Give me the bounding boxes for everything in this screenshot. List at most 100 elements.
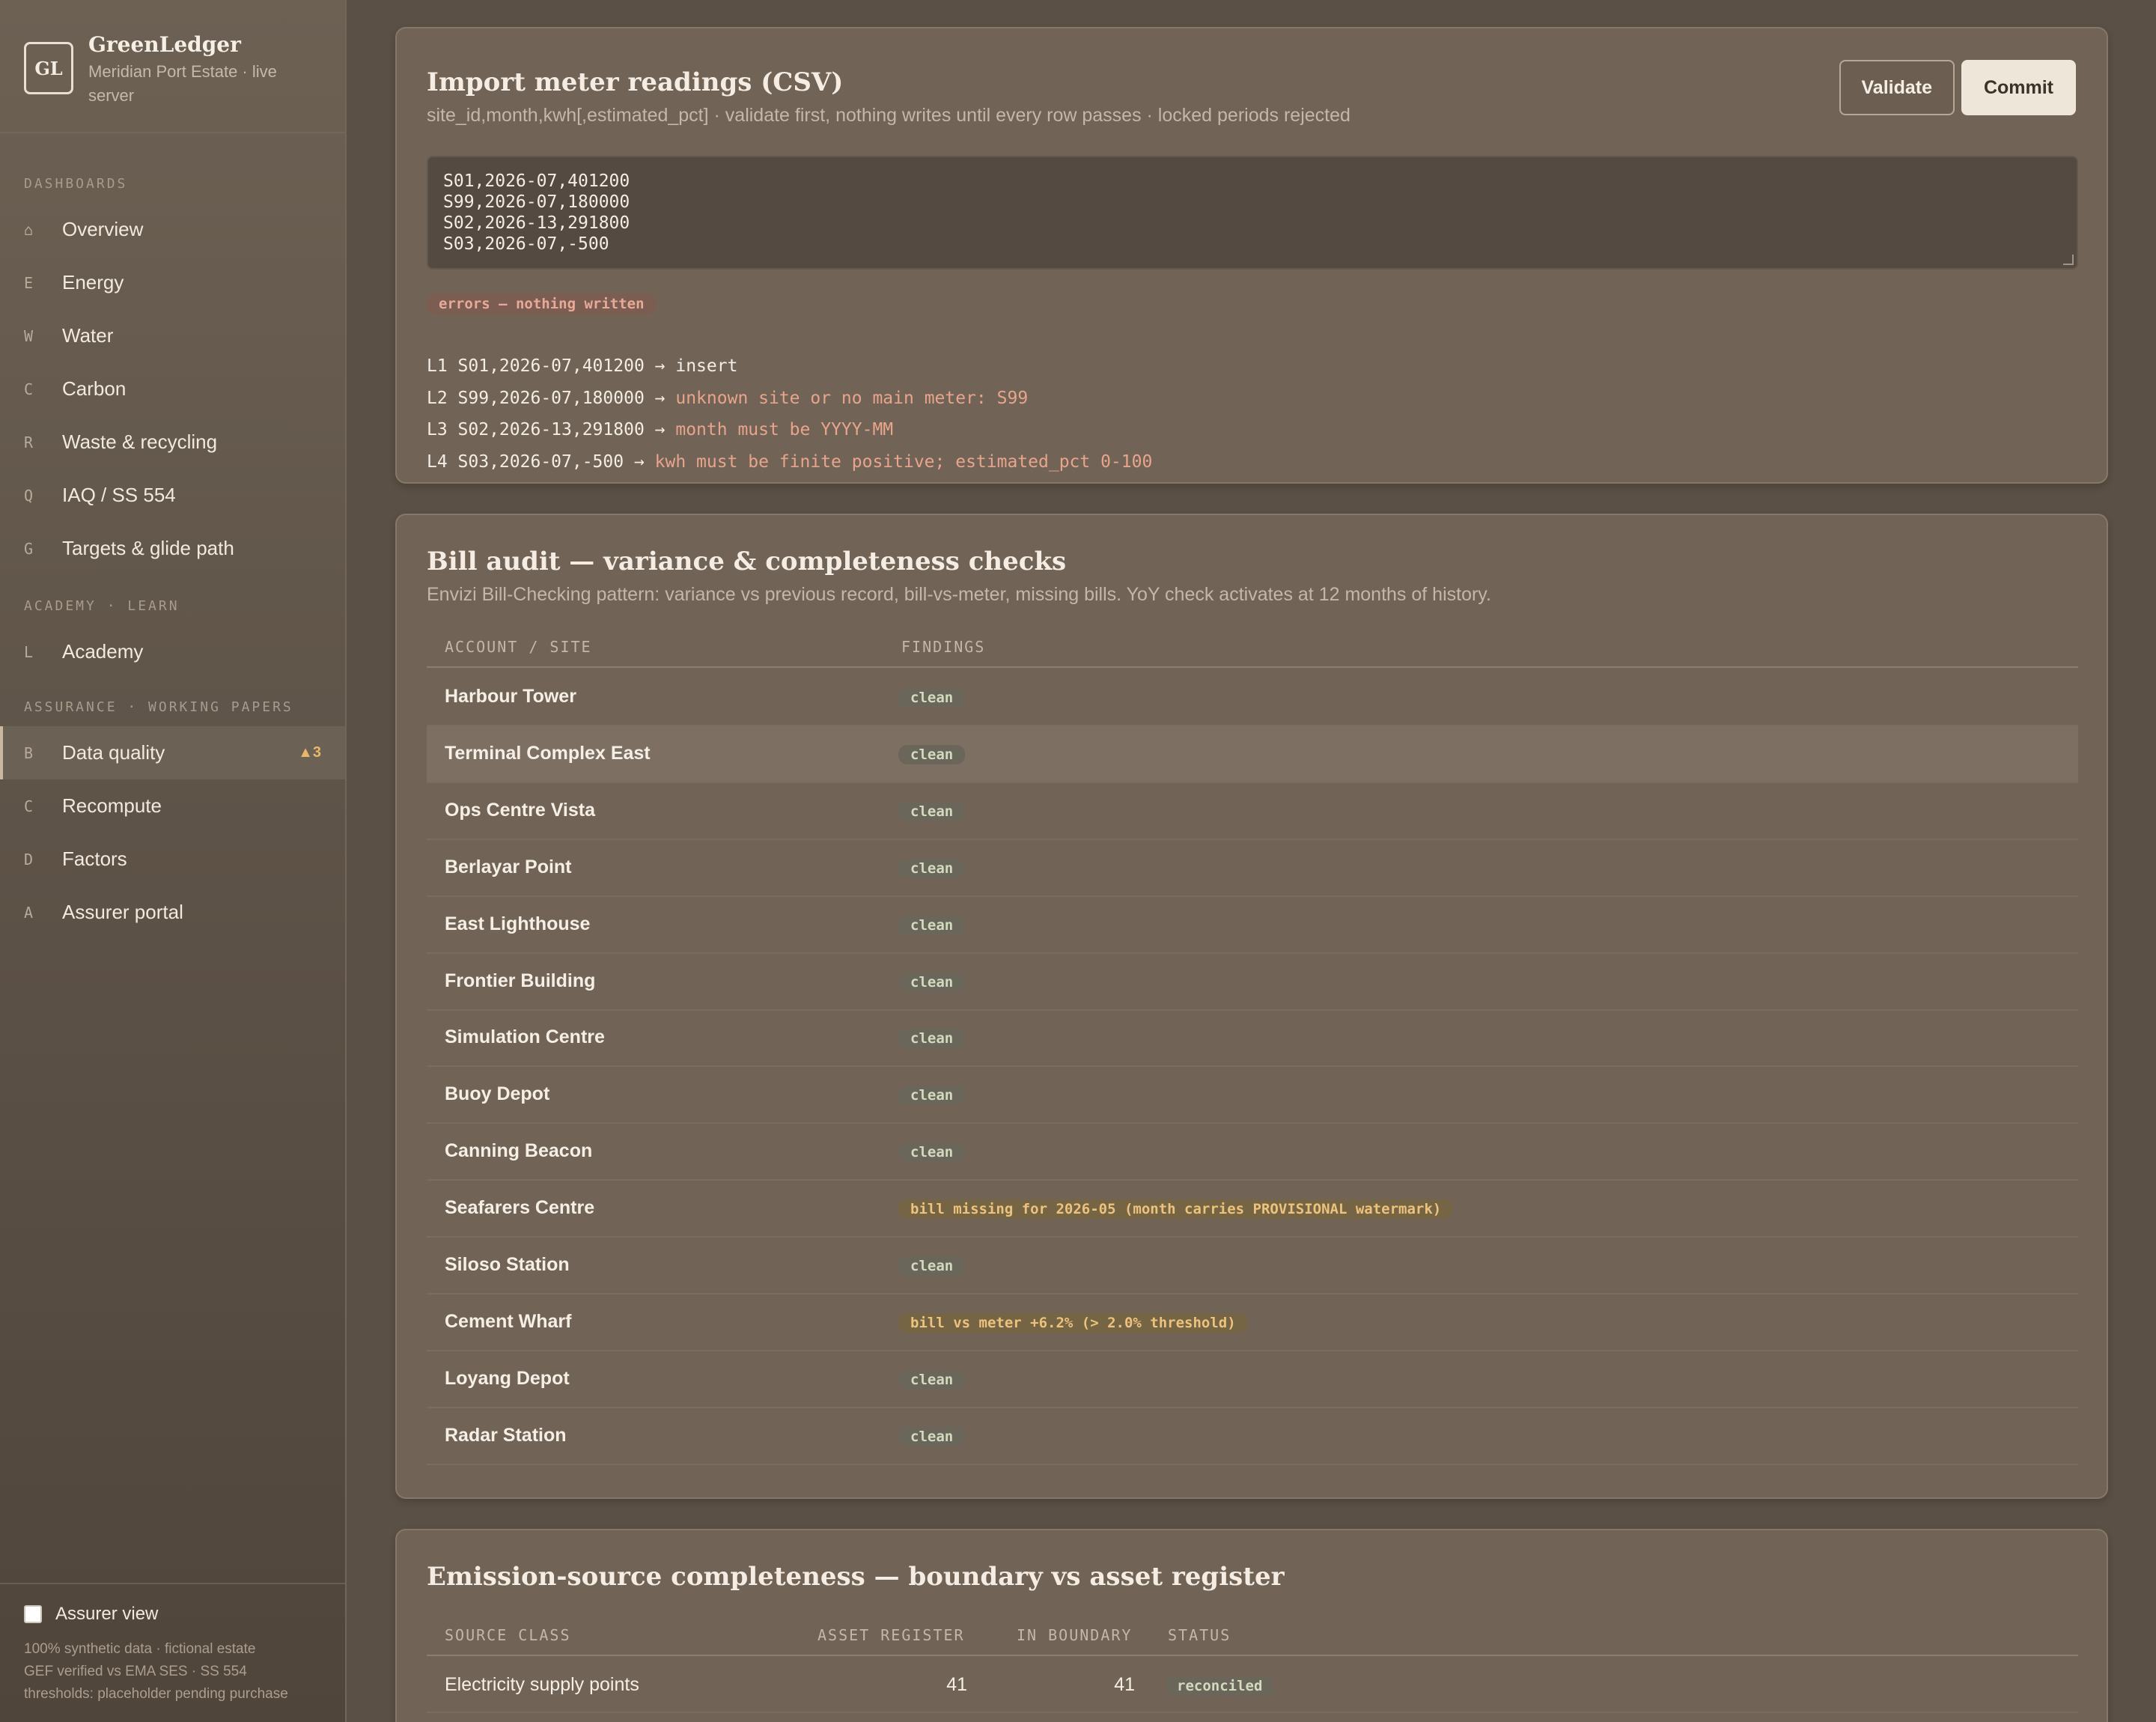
csv-input[interactable]: S01,2026-07,401200 S99,2026-07,180000 S0…	[427, 156, 2078, 270]
column-header-source-class: SOURCE CLASS	[445, 1626, 571, 1644]
site-name: Harbour Tower	[445, 686, 576, 707]
finding-clean-badge: clean	[898, 1426, 966, 1446]
column-header-status: STATUS	[1168, 1626, 1231, 1644]
brand-name: GreenLedger	[88, 32, 241, 57]
table-row[interactable]: Seafarers Centre bill missing for 2026-05…	[427, 1181, 2078, 1238]
error-message: month must be YYYY-MM	[675, 420, 894, 439]
validation-result-line: L4 S03,2026-07,-500 → kwh must be finite…	[427, 452, 1152, 472]
nav-key-icon: C	[24, 797, 34, 815]
table-row[interactable]: Electricity supply points 41 41 reconciled	[427, 1658, 2078, 1713]
site-name: Seafarers Centre	[445, 1197, 595, 1219]
commit-button[interactable]: Commit	[1961, 60, 2076, 115]
table-row[interactable]: Buoy Depot clean	[427, 1067, 2078, 1125]
result-row-prefix: L2 S99,2026-07,180000 →	[427, 389, 666, 408]
validation-status-badge: errors — nothing written	[427, 293, 657, 314]
source-class: Electricity supply points	[445, 1674, 639, 1695]
brand-header: GL GreenLedger Meridian Port Estate · li…	[0, 0, 345, 133]
sidebar-item-label: Academy	[62, 640, 144, 663]
brand-subtitle: Meridian Port Estate · live server	[88, 62, 277, 105]
table-row[interactable]: Loyang Depot clean	[427, 1351, 2078, 1408]
finding-clean-badge: clean	[898, 1369, 966, 1390]
bill-audit-title: Bill audit — variance & completeness che…	[427, 547, 1067, 576]
site-name: Radar Station	[445, 1424, 567, 1446]
error-message: kwh must be finite positive; estimated_p…	[654, 452, 1153, 472]
table-row[interactable]: Simulation Centre clean	[427, 1010, 2078, 1068]
finding-clean-badge: clean	[898, 688, 966, 708]
finding-clean-badge: clean	[898, 1143, 966, 1163]
sidebar-item-carbon[interactable]: C Carbon	[0, 362, 345, 416]
finding-clean-badge: clean	[898, 744, 966, 764]
sidebar-footer: Assurer view 100% synthetic data · ficti…	[0, 1583, 345, 1722]
site-name: Frontier Building	[445, 970, 596, 991]
finding-clean-badge: clean	[898, 972, 966, 992]
table-row[interactable]: Frontier Building clean	[427, 954, 2078, 1011]
sidebar-item-label: Energy	[62, 271, 124, 293]
assurer-view-toggle[interactable]: Assurer view	[24, 1604, 321, 1625]
csv-line: S02,2026-13,291800	[443, 213, 630, 233]
table-row[interactable]: Radar Station clean	[427, 1408, 2078, 1465]
finding-clean-badge: clean	[898, 858, 966, 878]
table-row[interactable]: Berlayar Point clean	[427, 840, 2078, 897]
validation-result-line: L1 S01,2026-07,401200 → insert	[427, 356, 737, 376]
sidebar-item-label: Recompute	[62, 794, 162, 817]
site-name: Berlayar Point	[445, 856, 572, 877]
table-row[interactable]: Cement Wharf bill vs meter +6.2% (> 2.0% …	[427, 1294, 2078, 1351]
sidebar-item-recompute[interactable]: C Recompute	[0, 779, 345, 833]
sidebar-item-targets-glide-path[interactable]: G Targets & glide path	[0, 522, 345, 575]
in-boundary-count: 41	[1114, 1674, 1135, 1695]
nav-section-group: DASHBOARDS ⌂ Overview E Energy W Water C Carbon R…	[0, 176, 345, 575]
assurer-view-checkbox[interactable]	[24, 1605, 42, 1623]
sidebar-item-label: Targets & glide path	[62, 537, 234, 559]
bill-audit-card: Bill audit — variance & completeness che…	[395, 514, 2108, 1499]
sidebar-item-waste-recycling[interactable]: R Waste & recycling	[0, 416, 345, 469]
csv-line: S01,2026-07,401200	[443, 171, 630, 191]
sidebar-item-label: Carbon	[62, 377, 127, 400]
result-row-prefix: L3 S02,2026-13,291800 →	[427, 420, 666, 439]
nav-section-group: ASSURANCE · WORKING PAPERS B Data quality ▲…	[0, 699, 345, 939]
resize-handle-icon[interactable]	[2063, 255, 2074, 265]
status-badge: reconciled	[1165, 1676, 1275, 1696]
sidebar-item-data-quality[interactable]: B Data quality ▲3	[0, 726, 345, 779]
finding-clean-badge: clean	[898, 801, 966, 821]
validate-button[interactable]: Validate	[1839, 60, 1955, 115]
table-row[interactable]: Ops Centre Vista clean	[427, 783, 2078, 840]
result-row-prefix: L4 S03,2026-07,-500 →	[427, 452, 645, 472]
finding-clean-badge: clean	[898, 1029, 966, 1049]
sidebar-item-water[interactable]: W Water	[0, 309, 345, 362]
sidebar-item-energy[interactable]: E Energy	[0, 256, 345, 309]
nav-key-icon: R	[24, 433, 34, 451]
sidebar-item-iaq-ss-554[interactable]: Q IAQ / SS 554	[0, 469, 345, 522]
sidebar-item-factors[interactable]: D Factors	[0, 833, 345, 886]
table-row[interactable]: Terminal Complex East clean	[427, 725, 2078, 783]
table-row[interactable]: East Lighthouse clean	[427, 897, 2078, 954]
finding-clean-badge: clean	[898, 1256, 966, 1276]
site-name: Simulation Centre	[445, 1026, 605, 1048]
sidebar-item-overview[interactable]: ⌂ Overview	[0, 203, 345, 256]
assurer-view-label: Assurer view	[55, 1604, 159, 1624]
sidebar-item-label: Factors	[62, 848, 127, 870]
sidebar-item-assurer-portal[interactable]: A Assurer portal	[0, 886, 345, 939]
site-name: East Lighthouse	[445, 913, 591, 934]
sidebar-item-label: Assurer portal	[62, 901, 183, 923]
nav-key-icon: W	[24, 326, 34, 345]
nav-key-icon: ⌂	[24, 220, 34, 239]
finding-clean-badge: clean	[898, 1086, 966, 1106]
sidebar-item-academy[interactable]: L Academy	[0, 625, 345, 678]
column-header-in-boundary: IN BOUNDARY	[1017, 1626, 1133, 1644]
table-row[interactable]: Siloso Station clean	[427, 1238, 2078, 1294]
asset-register-count: 41	[946, 1674, 967, 1695]
site-name: Terminal Complex East	[445, 742, 651, 764]
import-card: Import meter readings (CSV) site_id,mont…	[395, 27, 2108, 484]
table-row[interactable]: Harbour Tower clean	[427, 669, 2078, 726]
nav-key-icon: Q	[24, 486, 34, 505]
table-row[interactable]: Canning Beacon clean	[427, 1124, 2078, 1181]
footer-note: GEF verified vs EMA SES · SS 554	[24, 1664, 247, 1679]
validation-result-line: L2 S99,2026-07,180000 → unknown site or …	[427, 389, 1028, 408]
sidebar: GL GreenLedger Meridian Port Estate · li…	[0, 0, 347, 1722]
nav-key-icon: D	[24, 850, 34, 868]
column-header-site: ACCOUNT / SITE	[445, 638, 592, 656]
finding-warning-badge: bill missing for 2026-05 (month carries …	[898, 1199, 1454, 1220]
nav-section-group: ACADEMY · LEARN L Academy	[0, 598, 345, 678]
csv-line: S03,2026-07,-500	[443, 234, 609, 254]
site-name: Canning Beacon	[445, 1140, 593, 1162]
